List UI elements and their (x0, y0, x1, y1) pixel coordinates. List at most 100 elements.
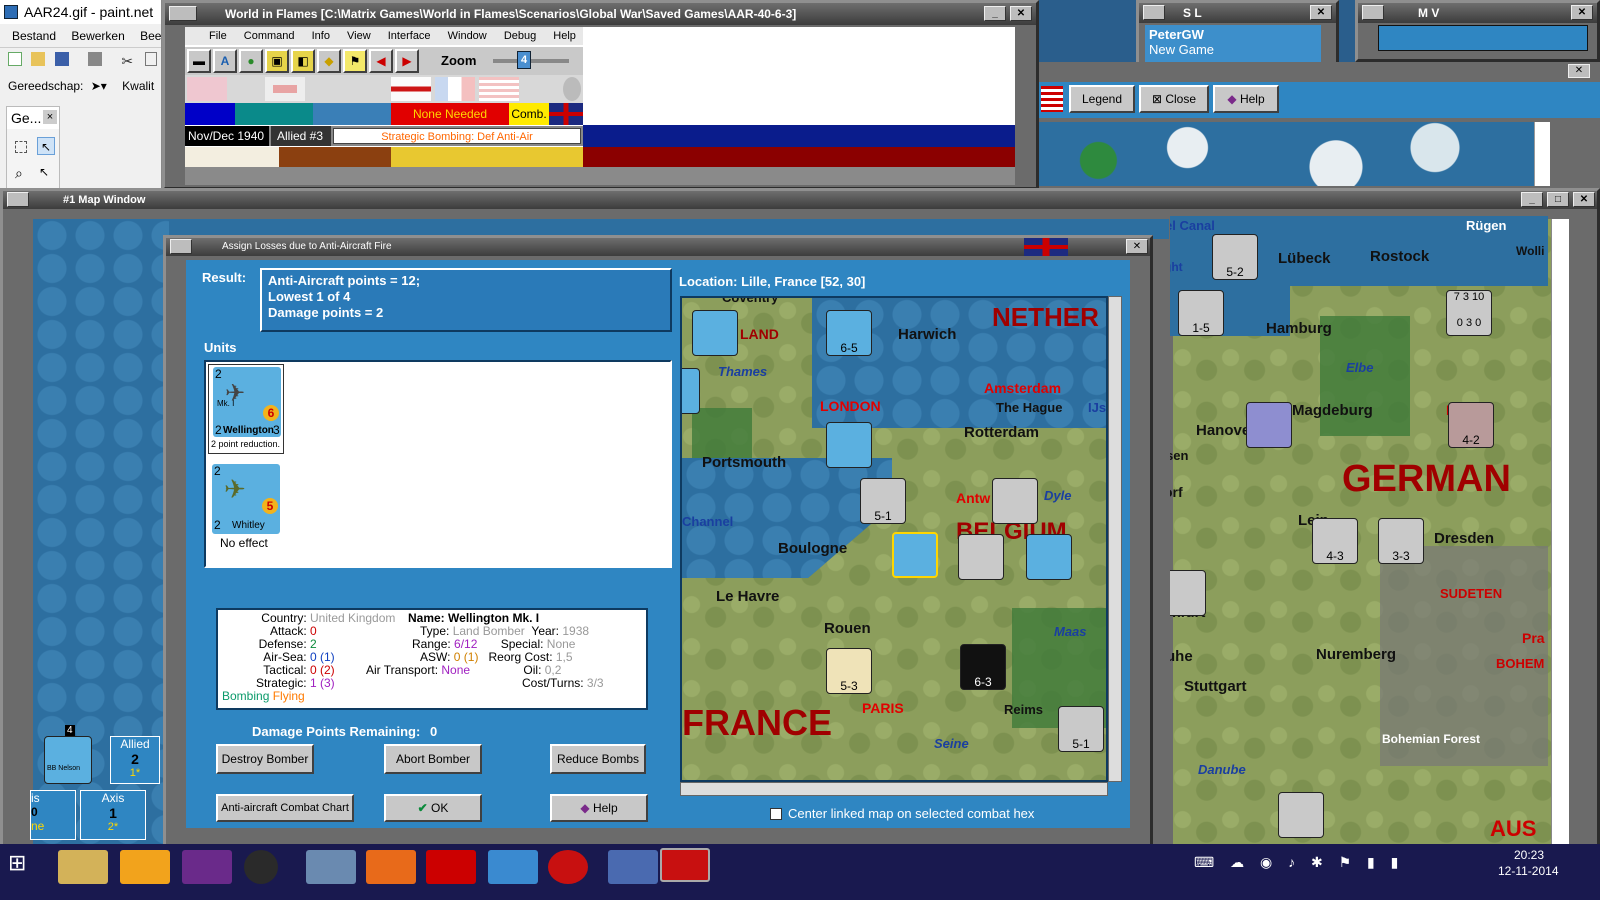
close-button[interactable]: ⊠ Close (1139, 85, 1209, 113)
menu-help[interactable]: Help (553, 30, 576, 42)
taskbar-cloud-icon[interactable] (488, 850, 538, 884)
menu-file[interactable]: File (209, 30, 227, 42)
overview-scrollbar[interactable] (1534, 122, 1550, 186)
sl-close-button[interactable]: ✕ (1310, 5, 1332, 20)
mini-counter-4[interactable]: 5-3 (826, 648, 872, 694)
tool-circle-icon[interactable]: ● (239, 49, 263, 73)
bigmap-counter-4[interactable]: 4-3 (1312, 518, 1358, 564)
dialog-close-button[interactable]: ✕ (1126, 239, 1148, 254)
taskbar-paintnet-icon[interactable] (608, 850, 658, 884)
bigmap-counter-bf109[interactable] (1170, 570, 1206, 616)
mv-close-button[interactable]: ✕ (1571, 5, 1593, 20)
bigmap-counter-bf110[interactable] (1278, 792, 1324, 838)
sl-system-button[interactable] (1143, 5, 1165, 20)
mini-map-hscroll[interactable] (680, 782, 1108, 796)
unit-wellington[interactable]: ✈ Mk. I 6 2 Wellington 3 2 2 point reduc… (208, 364, 284, 454)
back-arrow-icon[interactable]: ◀ (369, 49, 393, 73)
pointer-icon[interactable]: ➤▾ (91, 79, 107, 93)
menu-command[interactable]: Command (244, 30, 295, 42)
pan-icon[interactable]: ↖ (39, 165, 49, 179)
tool-flag-icon[interactable]: ⚑ (343, 49, 367, 73)
bigmap-counter-5[interactable]: 3-3 (1378, 518, 1424, 564)
wif-close-button[interactable]: ✕ (1010, 6, 1032, 21)
ok-button[interactable]: ✔ OK (384, 794, 482, 822)
map-system-button[interactable] (7, 192, 29, 207)
new-icon[interactable] (8, 52, 22, 66)
abort-bomber-button[interactable]: Abort Bomber (384, 744, 482, 774)
save-icon[interactable] (54, 52, 69, 66)
clock-date[interactable]: 12-11-2014 (1498, 864, 1559, 878)
taskbar-wif-icon[interactable] (548, 850, 588, 884)
map-min-button[interactable]: _ (1521, 192, 1543, 207)
aa-chart-button[interactable]: Anti-aircraft Combat Chart (216, 794, 354, 822)
mini-counter-spitfire-2[interactable] (826, 422, 872, 468)
paint-menu-edit[interactable]: Bewerken (71, 29, 124, 43)
bigmap-counter-1[interactable]: 5-2 (1212, 234, 1258, 280)
mini-counter-5[interactable]: 5-1 (1058, 706, 1104, 752)
mini-map[interactable]: NETHER Harwich LONDON Thames Amsterdam T… (680, 296, 1108, 782)
wif-min-button[interactable]: _ (984, 6, 1006, 21)
tray-icons[interactable]: ⌨ ☁ ◉ ♪ ✱ ⚑ ▮ ▮ (1194, 854, 1404, 871)
mini-counter-2[interactable]: 5-1 (860, 478, 906, 524)
help-button[interactable]: ◆ Help (550, 794, 648, 822)
paint-menu-file[interactable]: Bestand (12, 29, 56, 43)
taskbar-pdf-icon[interactable] (426, 850, 476, 884)
tool-map-icon[interactable]: ◧ (291, 49, 315, 73)
copy-icon[interactable] (144, 52, 157, 66)
zoom-slider[interactable]: 4 (493, 51, 569, 69)
tool-dot-icon[interactable]: ◆ (317, 49, 341, 73)
select-rect-icon[interactable] (15, 141, 27, 153)
forward-arrow-icon[interactable]: ▶ (395, 49, 419, 73)
mini-counter-3[interactable]: 6-3 (960, 644, 1006, 690)
bigmap-counter-2[interactable]: 1-5 (1178, 290, 1224, 336)
taskbar-explorer-icon[interactable] (58, 850, 108, 884)
mini-map-vscroll[interactable] (1108, 296, 1122, 782)
bigmap-counter-6[interactable]: 7 3 10 0 3 0 (1446, 290, 1492, 336)
mini-counter-edge[interactable] (682, 368, 700, 414)
menu-view[interactable]: View (347, 30, 371, 42)
mini-counter-he111[interactable] (992, 478, 1038, 524)
mini-counter-spitfire-1[interactable] (692, 310, 738, 356)
taskbar-media-icon[interactable] (120, 850, 170, 884)
mv-system-button[interactable] (1362, 5, 1384, 20)
tool-square-icon[interactable]: ▣ (265, 49, 289, 73)
dialog-system-button[interactable] (170, 239, 192, 254)
mini-counter-french[interactable] (958, 534, 1004, 580)
bigmap-counter-fokker[interactable] (1246, 402, 1292, 448)
tools-panel-close[interactable]: × (43, 110, 57, 124)
units-list[interactable]: ✈ Mk. I 6 2 Wellington 3 2 2 point reduc… (204, 360, 672, 568)
tool-a-icon[interactable]: A (213, 49, 237, 73)
unit-whitley[interactable]: ✈ 5 2 Whitley 2 No effect (208, 462, 284, 552)
mini-counter-wellington[interactable] (892, 532, 938, 578)
cut-icon[interactable]: ✂ (121, 54, 135, 68)
mini-counter-1[interactable]: 6-5 (826, 310, 872, 356)
help-top-button[interactable]: ◆ Help (1213, 85, 1279, 113)
menu-debug[interactable]: Debug (504, 30, 536, 42)
legend-button[interactable]: Legend (1069, 85, 1135, 113)
menu-interface[interactable]: Interface (388, 30, 431, 42)
reduce-bombs-button[interactable]: Reduce Bombs (550, 744, 646, 774)
open-icon[interactable] (31, 52, 46, 66)
map-max-button[interactable]: □ (1547, 192, 1569, 207)
menu-window[interactable]: Window (448, 30, 487, 42)
zoom-thumb[interactable]: 4 (517, 51, 531, 69)
print-icon[interactable] (88, 52, 103, 66)
tool-tank-icon[interactable]: ▬ (187, 49, 211, 73)
taskbar-color-icon[interactable] (244, 850, 278, 884)
bigmap-counter-3[interactable]: 4-2 (1448, 402, 1494, 448)
taskbar-paint-icon[interactable] (182, 850, 232, 884)
map-scrollbar-v[interactable] (1551, 219, 1569, 849)
bb-nelson-counter[interactable]: 4 BB Nelson (44, 725, 92, 784)
destroy-bomber-button[interactable]: Destroy Bomber (216, 744, 314, 774)
clock-time[interactable]: 20:23 (1514, 848, 1544, 862)
taskbar-firefox-icon[interactable] (366, 850, 416, 884)
taskbar-wif-active-icon[interactable] (660, 848, 710, 882)
center-checkbox[interactable] (770, 808, 782, 820)
mini-counter-beaufighter[interactable] (1026, 534, 1072, 580)
overview-map[interactable] (1039, 122, 1534, 186)
taskbar-thunderbird-icon[interactable] (306, 850, 356, 884)
map-close-button[interactable]: ✕ (1573, 192, 1595, 207)
start-button[interactable]: ⊞ (8, 850, 38, 876)
overview-close-button[interactable]: ✕ (1568, 64, 1590, 78)
menu-info[interactable]: Info (312, 30, 330, 42)
